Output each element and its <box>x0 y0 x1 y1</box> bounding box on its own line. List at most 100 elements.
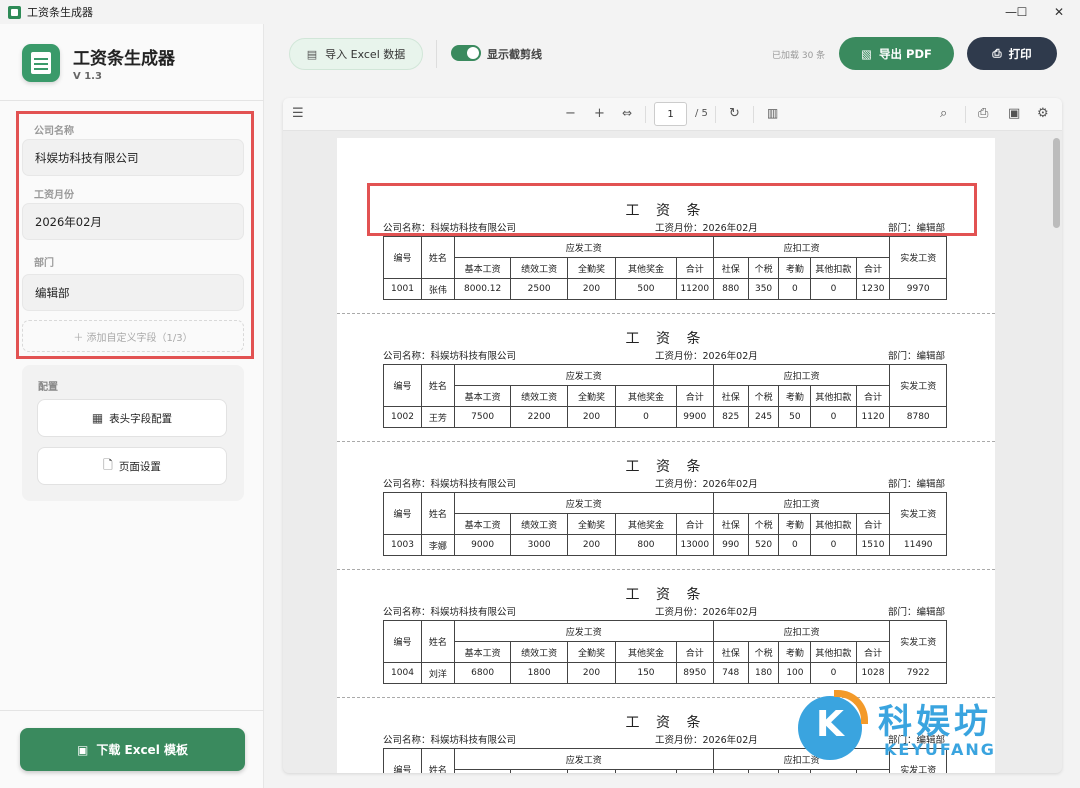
title-bar: 工资条生成器 — ☐ ✕ <box>0 0 1080 24</box>
dept-label: 部门 <box>34 258 54 269</box>
slip-company: 公司名称：科娱坊科技有限公司 <box>383 607 517 618</box>
header-pay: 应发工资 <box>453 364 714 386</box>
import-excel-button[interactable]: ▤ 导入 Excel 数据 <box>289 38 423 70</box>
divider <box>965 106 966 123</box>
company-input[interactable]: 科娱坊科技有限公司 <box>22 139 244 176</box>
header-id: 编号 <box>383 748 422 773</box>
subheader-cell: 其他扣款 <box>810 769 857 773</box>
slip-dept: 部门：编辑部 <box>888 607 946 618</box>
app-version: V 1.3 <box>73 71 102 82</box>
settings-gear-icon[interactable]: ⚙ <box>1037 106 1049 121</box>
subheader-cell: 合计 <box>675 769 714 773</box>
divider <box>715 106 716 123</box>
page-number-input[interactable]: 1 <box>654 102 687 126</box>
subheader-cell: 基本工资 <box>453 769 512 773</box>
document-page: 工 资 条公司名称：科娱坊科技有限公司 工资月份：2026年02月 部门：编辑部 编号… <box>337 138 995 773</box>
printer-icon: ⎙ <box>992 46 1002 60</box>
config-label: 配置 <box>38 382 58 393</box>
watermark: K 科娱坊 KEYUFANG <box>798 690 1048 770</box>
slip-company: 公司名称：科娱坊科技有限公司 <box>383 735 517 746</box>
brand: 工资条生成器 V 1.3 <box>22 44 175 82</box>
page-view-icon[interactable]: ▥ <box>767 106 778 120</box>
salary-slip: 工 资 条公司名称：科娱坊科技有限公司 工资月份：2026年02月 部门：编辑部 编号… <box>337 266 995 428</box>
search-icon[interactable]: ⌕ <box>940 106 947 121</box>
slip-dept: 部门：编辑部 <box>888 351 946 362</box>
subheader-cell: 其他奖金 <box>615 769 677 773</box>
header-pay: 应发工资 <box>453 748 714 770</box>
divider <box>0 710 264 711</box>
watermark-cn: 科娱坊 <box>878 702 992 742</box>
month-label: 工资月份 <box>34 190 74 201</box>
zoom-in-icon[interactable]: + <box>594 106 605 121</box>
slip-dept: 部门：编辑部 <box>888 223 946 234</box>
slip-company: 公司名称：科娱坊科技有限公司 <box>383 479 517 490</box>
header-deduct: 应扣工资 <box>712 364 891 386</box>
app-name: 工资条生成器 <box>73 49 175 69</box>
download-template-button[interactable]: ▣ 下载 Excel 模板 <box>20 728 245 771</box>
import-label: 导入 Excel 数据 <box>325 48 406 61</box>
watermark-en: KEYUFANG <box>884 740 996 759</box>
header-pay: 应发工资 <box>453 492 714 514</box>
page-total: / 5 <box>695 108 708 119</box>
window-title: 工资条生成器 <box>27 6 93 19</box>
page-settings-button[interactable]: 🗋 页面设置 <box>37 447 227 485</box>
subheader-cell: 考勤 <box>778 769 812 773</box>
zoom-out-icon[interactable]: − <box>565 106 576 121</box>
viewer-toolbar: ☰ − + ⇔ 1 / 5 ↻ ▥ ⌕ ⎙ ▣ ⚙ <box>283 98 1062 131</box>
salary-slip: 工 资 条公司名称：科娱坊科技有限公司 工资月份：2026年02月 部门：编辑部 编号… <box>337 138 995 300</box>
watermark-arc <box>834 690 868 724</box>
company-label: 公司名称 <box>34 126 74 137</box>
pdf-viewer: ☰ − + ⇔ 1 / 5 ↻ ▥ ⌕ ⎙ ▣ ⚙ 工 资 条公司名称：科娱坊科… <box>283 98 1062 773</box>
slip-month: 工资月份：2026年02月 <box>655 607 758 618</box>
subheader-cell: 社保 <box>712 769 749 773</box>
slip-title: 工 资 条 <box>625 459 707 475</box>
cutline-toggle[interactable] <box>451 45 481 61</box>
sidebar: 工资条生成器 V 1.3 公司名称 科娱坊科技有限公司 工资月份 2026年02… <box>0 24 264 788</box>
rotate-icon[interactable]: ↻ <box>729 106 740 121</box>
header-name: 姓名 <box>421 748 455 773</box>
salary-slip: 工 资 条公司名称：科娱坊科技有限公司 工资月份：2026年02月 部门：编辑部 编号… <box>337 522 995 684</box>
header-deduct: 应扣工资 <box>712 620 891 642</box>
dept-input[interactable]: 编辑部 <box>22 274 244 311</box>
slip-month: 工资月份：2026年02月 <box>655 223 758 234</box>
pdf-icon: ▧ <box>861 46 873 61</box>
print-icon[interactable]: ⎙ <box>978 106 988 121</box>
slip-title: 工 资 条 <box>625 331 707 347</box>
slip-company: 公司名称：科娱坊科技有限公司 <box>383 223 517 234</box>
subheader-cell: 全勤奖 <box>566 769 617 773</box>
app-icon <box>8 5 21 19</box>
print-button[interactable]: ⎙ 打印 <box>967 37 1057 70</box>
slip-month: 工资月份：2026年02月 <box>655 479 758 490</box>
save-icon[interactable]: ▣ <box>1008 106 1020 121</box>
divider <box>645 106 646 123</box>
month-input[interactable]: 2026年02月 <box>22 203 244 240</box>
export-pdf-button[interactable]: ▧ 导出 PDF <box>839 37 954 70</box>
header-deduct: 应扣工资 <box>712 492 891 514</box>
download-template-label: 下载 Excel 模板 <box>96 743 188 757</box>
table-icon: ▦ <box>91 411 104 425</box>
scrollbar[interactable] <box>1053 138 1060 228</box>
header-pay: 应发工资 <box>453 620 714 642</box>
subheader-cell: 合计 <box>855 769 891 773</box>
excel-file-icon: ▤ <box>306 47 318 61</box>
slip-dept: 部门：编辑部 <box>888 479 946 490</box>
header-pay: 应发工资 <box>453 236 714 258</box>
header-fields-button[interactable]: ▦ 表头字段配置 <box>37 399 227 437</box>
divider <box>0 100 264 101</box>
slip-company: 公司名称：科娱坊科技有限公司 <box>383 351 517 362</box>
slip-title: 工 资 条 <box>625 203 707 219</box>
close-button[interactable]: ✕ <box>1036 0 1080 24</box>
salary-slip: 工 资 条公司名称：科娱坊科技有限公司 工资月份：2026年02月 部门：编辑部 编号… <box>337 394 995 556</box>
print-label: 打印 <box>1008 46 1032 61</box>
outline-icon[interactable]: ☰ <box>292 106 304 121</box>
fit-width-icon[interactable]: ⇔ <box>622 106 632 120</box>
excel-icon: ▣ <box>76 742 89 757</box>
add-custom-field-button[interactable]: ＋ 添加自定义字段（1/3） <box>22 320 244 352</box>
slip-month: 工资月份：2026年02月 <box>655 351 758 362</box>
slip-title: 工 资 条 <box>625 587 707 603</box>
document-icon: 🗋 <box>103 457 113 472</box>
subheader-cell: 绩效工资 <box>510 769 568 773</box>
export-pdf-label: 导出 PDF <box>879 46 932 61</box>
loaded-count: 已加载 30 条 <box>772 51 826 61</box>
header-deduct: 应扣工资 <box>712 236 891 258</box>
